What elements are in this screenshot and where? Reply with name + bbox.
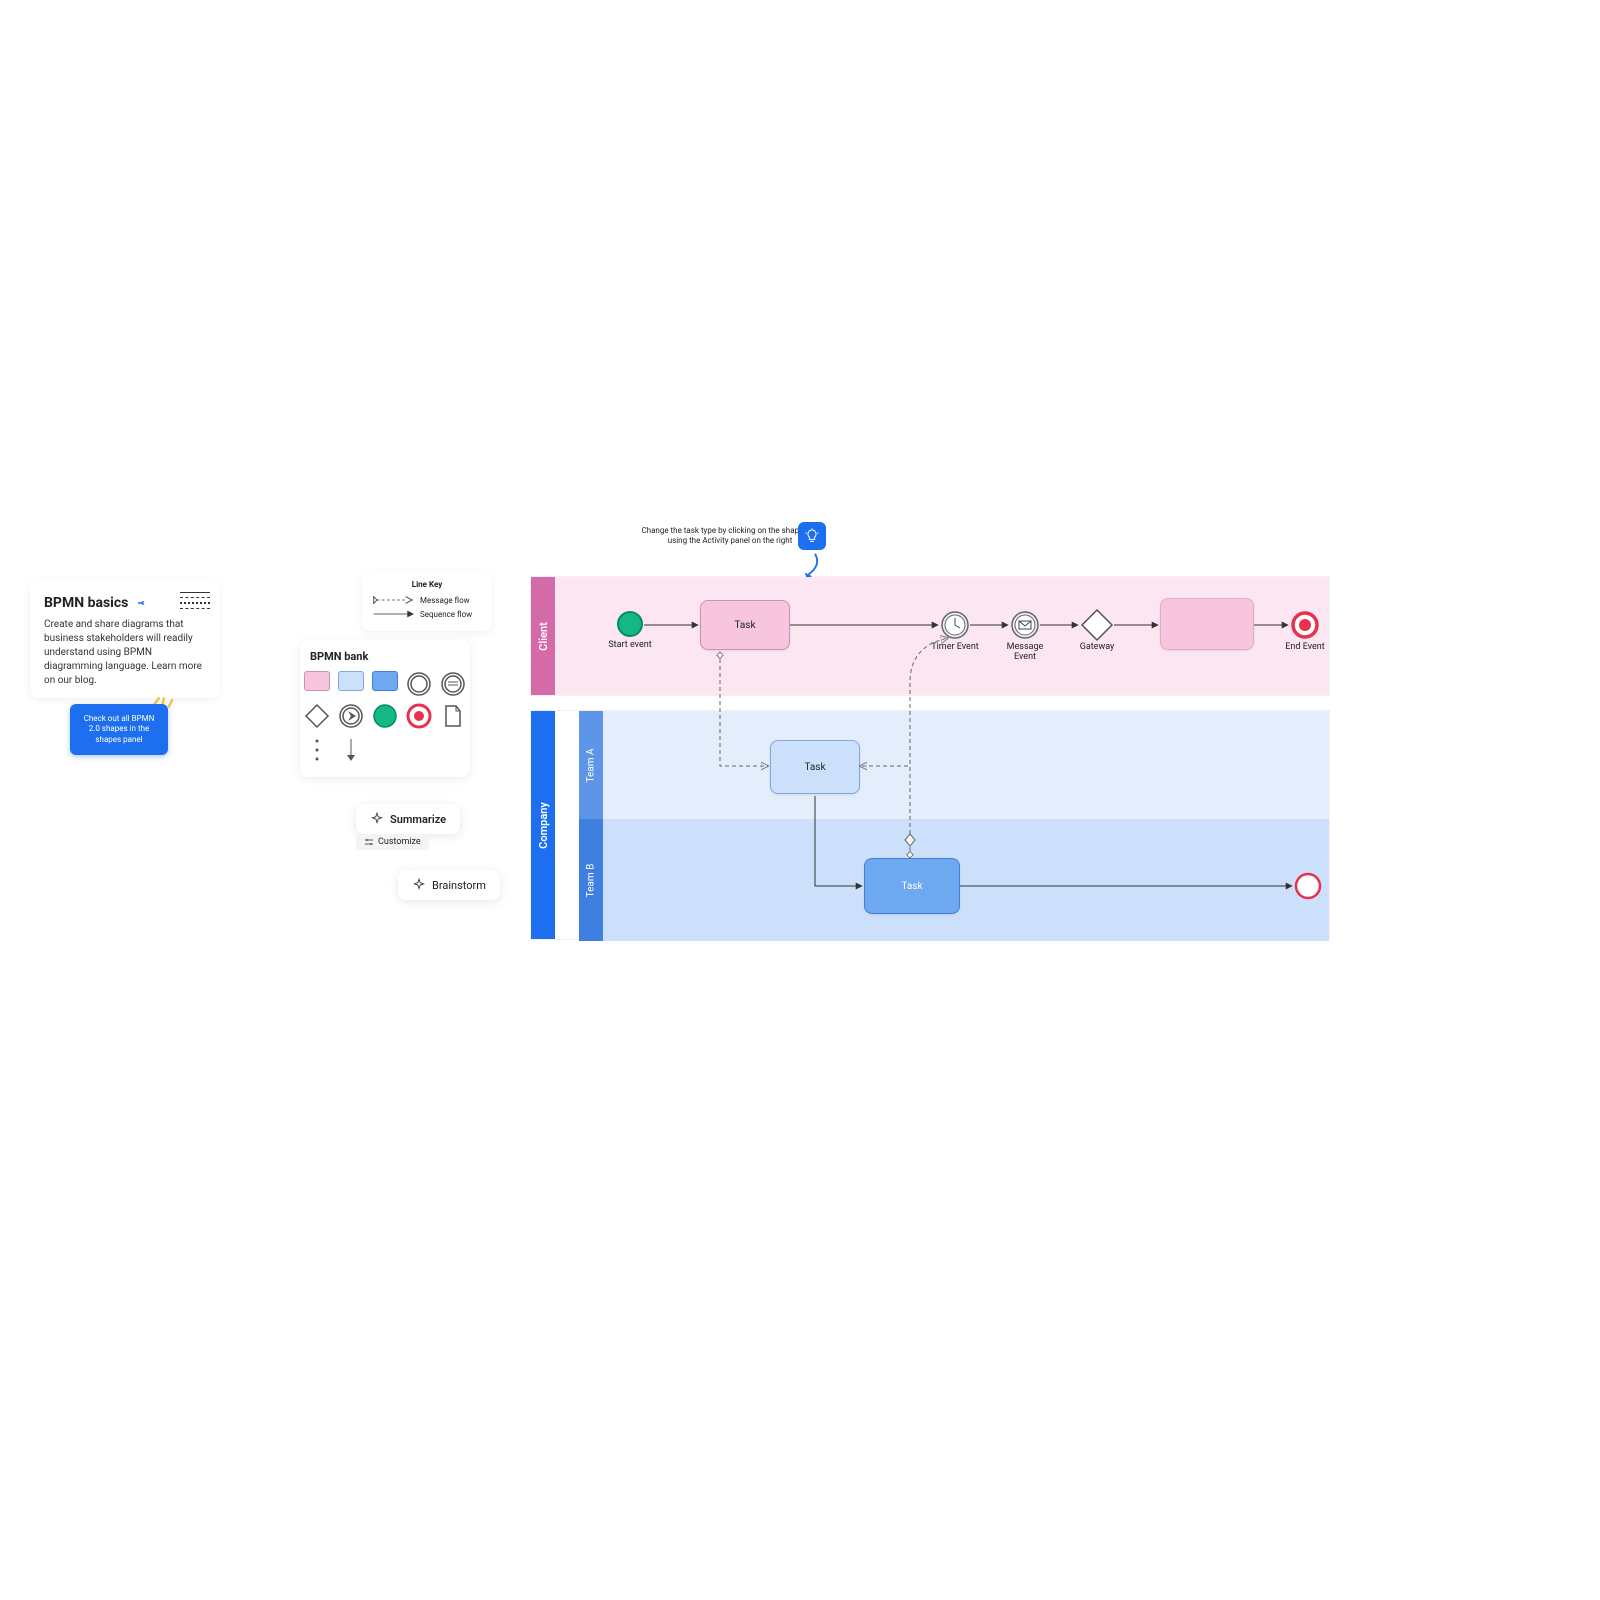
sparkle-icon bbox=[412, 878, 426, 892]
gateway-icon[interactable] bbox=[304, 703, 330, 729]
task-client-2-node[interactable] bbox=[1160, 598, 1254, 650]
task-team-a-node[interactable]: Task bbox=[770, 740, 860, 794]
signal-event-icon[interactable] bbox=[338, 703, 364, 729]
line-key-card: Line Key Message flow Sequence flow bbox=[362, 572, 492, 631]
pool-company-header: Company bbox=[531, 711, 555, 939]
timer-event-node[interactable] bbox=[940, 610, 970, 640]
data-object-icon[interactable] bbox=[440, 703, 466, 729]
hint-bulb-icon bbox=[798, 522, 826, 550]
key-row-message-flow: Message flow bbox=[372, 595, 482, 605]
summarize-button[interactable]: Summarize bbox=[356, 804, 460, 834]
customize-chip[interactable]: Customize bbox=[356, 834, 429, 850]
start-event-node[interactable] bbox=[616, 610, 644, 638]
message-event-label: Message Event bbox=[1000, 642, 1050, 662]
task-team-b-node[interactable]: Task bbox=[864, 858, 960, 914]
end-event-label: End Event bbox=[1280, 642, 1330, 652]
sliders-icon bbox=[364, 837, 374, 847]
swatch-blue[interactable] bbox=[372, 671, 398, 691]
vertical-dots-icon[interactable] bbox=[304, 735, 330, 765]
lane-team-a: Team A bbox=[579, 711, 1329, 819]
info-body: Create and share diagrams that business … bbox=[44, 618, 206, 688]
sparkle-icon bbox=[132, 594, 150, 612]
line-style-swatches bbox=[180, 592, 210, 609]
end-event-thin-node[interactable] bbox=[1294, 872, 1322, 900]
bank-title: BPMN bank bbox=[310, 650, 460, 663]
info-title: BPMN basics bbox=[44, 595, 128, 611]
bpmn-basics-card: BPMN basics Create and share diagrams th… bbox=[30, 580, 220, 698]
brainstorm-button[interactable]: Brainstorm bbox=[398, 870, 500, 900]
line-key-title: Line Key bbox=[372, 580, 482, 589]
timer-event-label: Timer Event bbox=[930, 642, 980, 652]
key-row-sequence-flow: Sequence flow bbox=[372, 609, 482, 619]
cta-label: Check out all BPMN 2.0 shapes in the sha… bbox=[84, 714, 155, 744]
arrow-down-icon[interactable] bbox=[338, 735, 364, 765]
conversation-icon[interactable] bbox=[440, 671, 466, 697]
end-event-node[interactable] bbox=[1290, 610, 1320, 640]
swatch-lightblue[interactable] bbox=[338, 671, 364, 691]
hint-text: Change the task type by clicking on the … bbox=[640, 526, 820, 547]
gateway-label: Gateway bbox=[1072, 642, 1122, 652]
swatch-pink[interactable] bbox=[304, 671, 330, 691]
start-event-icon[interactable] bbox=[372, 703, 398, 729]
task-client-node[interactable]: Task bbox=[700, 600, 790, 650]
message-event-node[interactable] bbox=[1010, 610, 1040, 640]
cta-shapes-panel-button[interactable]: Check out all BPMN 2.0 shapes in the sha… bbox=[70, 704, 168, 755]
lane-b-header: Team B bbox=[579, 819, 603, 941]
lane-a-header: Team A bbox=[579, 711, 603, 819]
intermediate-event-icon[interactable] bbox=[406, 671, 432, 697]
pool-client-header: Client bbox=[531, 577, 555, 695]
bpmn-bank-card: BPMN bank bbox=[300, 640, 470, 777]
sparkle-icon bbox=[370, 812, 384, 826]
end-event-icon[interactable] bbox=[406, 703, 432, 729]
start-event-label: Start event bbox=[605, 640, 655, 650]
gateway-node[interactable] bbox=[1080, 608, 1114, 642]
